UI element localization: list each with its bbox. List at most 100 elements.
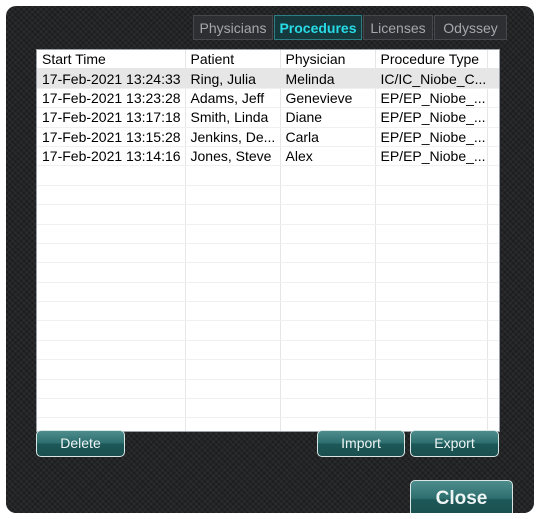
tab-physicians[interactable]: Physicians bbox=[193, 15, 273, 40]
patient-cell bbox=[185, 301, 281, 322]
start-time-cell bbox=[37, 398, 186, 419]
filler-cell bbox=[487, 204, 499, 225]
filler-cell bbox=[487, 282, 499, 303]
physician-cell bbox=[280, 282, 376, 303]
procedure-type-cell bbox=[375, 243, 488, 264]
procedure-type-cell bbox=[375, 340, 488, 361]
start-time-cell bbox=[37, 379, 186, 400]
procedure-type-cell bbox=[375, 398, 488, 419]
start-time-cell bbox=[37, 320, 186, 341]
procedure-type-cell bbox=[375, 224, 488, 244]
physician-cell bbox=[280, 224, 376, 244]
physician-cell bbox=[280, 359, 376, 380]
physician-cell: Diane bbox=[280, 107, 376, 128]
filler-cell bbox=[487, 243, 499, 264]
delete-button[interactable]: Delete bbox=[36, 430, 125, 457]
tab-odyssey[interactable]: Odyssey bbox=[434, 15, 507, 40]
procedures-table-panel[interactable]: Start Time Patient Physician Procedure T… bbox=[36, 49, 500, 432]
column-header-start-time[interactable]: Start Time bbox=[37, 50, 186, 70]
physician-cell bbox=[280, 185, 376, 206]
procedures-dialog: Physicians Procedures Licenses Odyssey S… bbox=[6, 6, 534, 513]
table-row[interactable]: 17-Feb-2021 13:14:16 Jones, Steve Alex EP/E… bbox=[37, 146, 499, 167]
empty-table-row bbox=[37, 398, 499, 419]
filler-cell bbox=[487, 398, 499, 419]
tab-licenses[interactable]: Licenses bbox=[363, 15, 433, 40]
empty-table-row bbox=[37, 282, 499, 303]
start-time-cell bbox=[37, 165, 186, 186]
patient-cell bbox=[185, 282, 281, 303]
filler-cell bbox=[487, 262, 499, 283]
column-header-physician[interactable]: Physician bbox=[280, 50, 376, 70]
filler-cell bbox=[487, 127, 499, 147]
procedure-type-cell: IC/IC_Niobe_C... bbox=[375, 68, 488, 89]
filler-cell bbox=[487, 146, 499, 167]
empty-table-row bbox=[37, 243, 499, 264]
column-header-filler bbox=[487, 50, 499, 70]
patient-cell bbox=[185, 224, 281, 244]
start-time-cell bbox=[37, 204, 186, 225]
empty-table-row bbox=[37, 185, 499, 206]
empty-table-row bbox=[37, 224, 499, 244]
start-time-cell bbox=[37, 262, 186, 283]
filler-cell bbox=[487, 379, 499, 400]
empty-table-row bbox=[37, 262, 499, 283]
export-button[interactable]: Export bbox=[410, 430, 499, 457]
patient-cell bbox=[185, 185, 281, 206]
start-time-cell: 17-Feb-2021 13:17:18 bbox=[37, 107, 186, 128]
table-header-row: Start Time Patient Physician Procedure T… bbox=[37, 50, 499, 70]
patient-cell bbox=[185, 204, 281, 225]
filler-cell bbox=[487, 88, 499, 109]
filler-cell bbox=[487, 320, 499, 341]
procedure-type-cell bbox=[375, 165, 488, 186]
table-row[interactable]: 17-Feb-2021 13:24:33 Ring, Julia Melinda IC… bbox=[37, 68, 499, 89]
import-button[interactable]: Import bbox=[317, 430, 405, 457]
procedure-type-cell bbox=[375, 262, 488, 283]
filler-cell bbox=[487, 224, 499, 244]
physician-cell bbox=[280, 243, 376, 264]
procedure-type-cell: EP/EP_Niobe_... bbox=[375, 127, 488, 147]
start-time-cell bbox=[37, 282, 186, 303]
filler-cell bbox=[487, 340, 499, 361]
start-time-cell bbox=[37, 359, 186, 380]
patient-cell: Smith, Linda bbox=[185, 107, 281, 128]
physician-cell bbox=[280, 262, 376, 283]
tab-procedures[interactable]: Procedures bbox=[274, 15, 362, 40]
procedure-type-cell: EP/EP_Niobe_... bbox=[375, 88, 488, 109]
physician-cell bbox=[280, 204, 376, 225]
physician-cell bbox=[280, 165, 376, 186]
patient-cell bbox=[185, 165, 281, 186]
table-row[interactable]: 17-Feb-2021 13:17:18 Smith, Linda Diane EP/… bbox=[37, 107, 499, 128]
filler-cell bbox=[487, 107, 499, 128]
start-time-cell: 17-Feb-2021 13:15:28 bbox=[37, 127, 186, 147]
start-time-cell bbox=[37, 301, 186, 322]
start-time-cell: 17-Feb-2021 13:23:28 bbox=[37, 88, 186, 109]
patient-cell bbox=[185, 379, 281, 400]
patient-cell bbox=[185, 243, 281, 264]
physician-cell bbox=[280, 398, 376, 419]
start-time-cell bbox=[37, 243, 186, 264]
empty-table-row bbox=[37, 359, 499, 380]
empty-table-row bbox=[37, 340, 499, 361]
column-header-procedure-type[interactable]: Procedure Type bbox=[375, 50, 488, 70]
close-button[interactable]: Close bbox=[410, 480, 513, 513]
column-header-patient[interactable]: Patient bbox=[185, 50, 281, 70]
procedure-type-cell bbox=[375, 379, 488, 400]
filler-cell bbox=[487, 359, 499, 380]
empty-table-row bbox=[37, 165, 499, 186]
procedure-type-cell: EP/EP_Niobe_... bbox=[375, 146, 488, 167]
procedure-type-cell bbox=[375, 301, 488, 322]
filler-cell bbox=[487, 301, 499, 322]
patient-cell bbox=[185, 320, 281, 341]
procedures-table: Start Time Patient Physician Procedure T… bbox=[37, 50, 499, 431]
table-body: 17-Feb-2021 13:24:33 Ring, Julia Melinda IC… bbox=[37, 68, 499, 431]
table-row[interactable]: 17-Feb-2021 13:15:28 Jenkins, De... Carla E… bbox=[37, 127, 499, 147]
table-row[interactable]: 17-Feb-2021 13:23:28 Adams, Jeff Genevieve… bbox=[37, 88, 499, 109]
procedure-type-cell bbox=[375, 185, 488, 206]
procedure-type-cell bbox=[375, 359, 488, 380]
patient-cell bbox=[185, 262, 281, 283]
start-time-cell: 17-Feb-2021 13:24:33 bbox=[37, 68, 186, 89]
patient-cell bbox=[185, 340, 281, 361]
patient-cell: Jones, Steve bbox=[185, 146, 281, 167]
patient-cell bbox=[185, 417, 281, 431]
empty-table-row bbox=[37, 204, 499, 225]
